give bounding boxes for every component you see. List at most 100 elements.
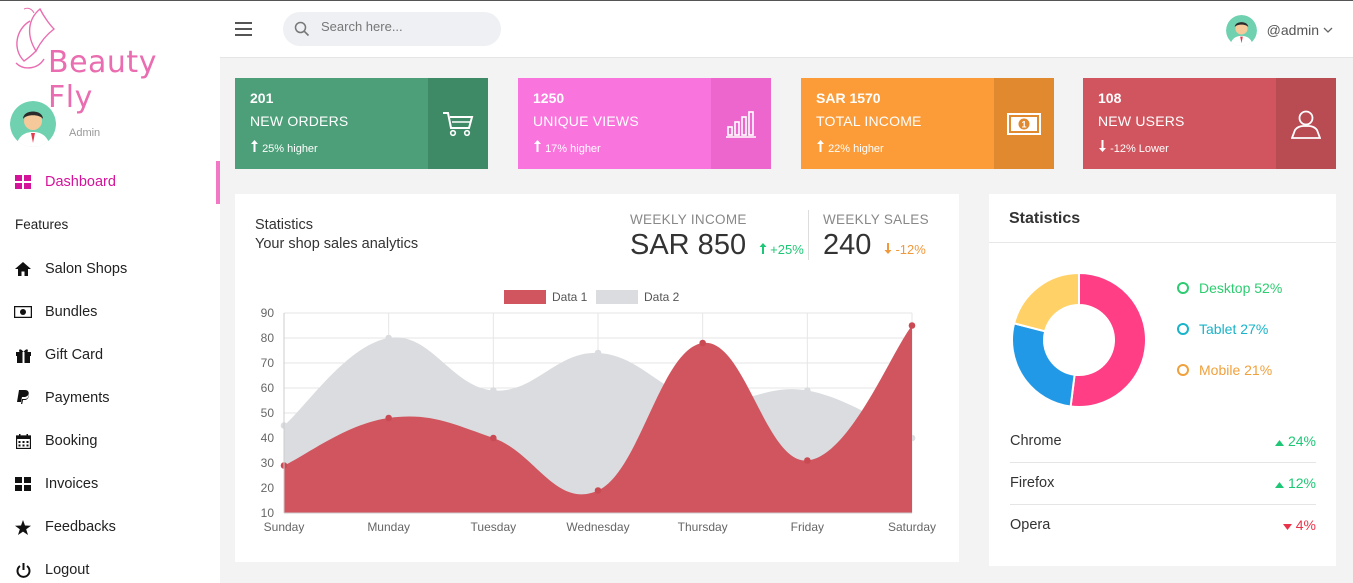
y-tick-label: 90: [261, 306, 275, 320]
data-point: [908, 322, 916, 329]
username: @admin: [1266, 22, 1319, 38]
user-menu[interactable]: @admin: [1225, 14, 1333, 46]
money-icon: [14, 303, 32, 321]
y-tick-label: 20: [261, 481, 275, 495]
dashboard-grid-icon: [14, 173, 32, 191]
card-value: SAR 1570: [816, 90, 881, 106]
donut-slice[interactable]: [1012, 271, 1080, 333]
sidebar-item-label: Invoices: [45, 476, 99, 492]
active-indicator: [216, 161, 220, 204]
triangle-up-icon: [1275, 482, 1285, 488]
card-title: UNIQUE VIEWS: [533, 113, 639, 129]
browser-value-label: 24%: [1287, 433, 1316, 449]
menu-toggle-icon[interactable]: [235, 22, 252, 36]
sidebar-item-label: Bundles: [45, 304, 98, 320]
x-tick-label: Saturday: [888, 520, 936, 534]
y-tick-label: 50: [261, 406, 275, 420]
legend-label: Mobile 21%: [1199, 362, 1273, 378]
sidebar-item-invoices[interactable]: Invoices: [0, 464, 220, 504]
sidebar-item-bundles[interactable]: Bundles: [0, 292, 220, 332]
avatar: [1225, 14, 1257, 46]
legend-label: Tablet 27%: [1199, 321, 1269, 337]
gift-icon: [14, 346, 32, 364]
money-icon: 1: [994, 78, 1054, 169]
power-icon: [14, 561, 32, 579]
browser-value: 24%: [1275, 433, 1316, 449]
brand-logo[interactable]: Beauty Fly: [10, 5, 200, 115]
ring-icon: [1177, 323, 1189, 335]
sidebar-item-booking[interactable]: Booking: [0, 421, 220, 461]
ring-icon: [1177, 364, 1189, 376]
x-tick-label: Friday: [791, 520, 824, 534]
avatar[interactable]: [10, 101, 56, 147]
card-new-orders[interactable]: 201 NEW ORDERS 25% higher: [235, 78, 488, 169]
sidebar-item-label: Payments: [45, 390, 110, 406]
y-tick-label: 70: [261, 356, 275, 370]
data-point: [594, 349, 602, 357]
card-subtext: 22% higher: [816, 140, 884, 155]
sidebar-item-gift-card[interactable]: Gift Card: [0, 335, 220, 375]
area-chart: 10 20 30 40 50 60 70 80 90 Sunday Munday Tuesday Wed…: [261, 306, 936, 534]
divider: [989, 242, 1336, 243]
home-icon: [14, 260, 32, 278]
data-point: [385, 414, 392, 422]
x-tick-label: Munday: [367, 520, 410, 534]
donut-slice[interactable]: [1011, 322, 1076, 408]
browser-value-label: 12%: [1287, 475, 1316, 491]
data-point: [385, 334, 392, 342]
card-value: 201: [250, 90, 274, 106]
card-subtext: 17% higher: [533, 140, 601, 155]
sidebar-item-label: Feedbacks: [45, 519, 116, 535]
card-subtext-label: 22% higher: [828, 143, 884, 155]
section-label: Features: [15, 217, 69, 232]
card-total-income[interactable]: SAR 1570 TOTAL INCOME 22% higher 1: [801, 78, 1054, 169]
svg-text:1: 1: [1021, 119, 1026, 129]
sidebar-item-label: Gift Card: [45, 347, 104, 363]
card-subtext: 25% higher: [250, 140, 318, 155]
y-tick-label: 60: [261, 381, 275, 395]
paypal-icon: [14, 389, 32, 407]
sidebar-item-logout[interactable]: Logout: [0, 550, 220, 583]
donut-slice[interactable]: [1069, 271, 1147, 408]
arrow-up-icon: [534, 140, 541, 152]
y-tick-label: 10: [261, 506, 275, 520]
browser-value-label: 4%: [1295, 517, 1316, 533]
x-tick-label: Sunday: [264, 520, 305, 534]
browser-row-opera: Opera 4%: [1010, 505, 1316, 547]
y-tick-label: 30: [261, 456, 275, 470]
panel-title: Statistics: [1009, 210, 1081, 227]
user-role: Admin: [69, 127, 101, 139]
user-icon: [1276, 78, 1336, 169]
bar-chart-icon: [711, 78, 771, 169]
browser-row-firefox: Firefox 12%: [1010, 463, 1316, 505]
data-point: [594, 487, 602, 494]
sidebar-item-label: Booking: [45, 433, 98, 449]
search-bar[interactable]: [283, 12, 501, 46]
browser-value: 4%: [1282, 517, 1316, 533]
star-icon: [14, 518, 32, 536]
sidebar-item-label: Salon Shops: [45, 261, 128, 277]
legend-mobile: Mobile 21%: [1177, 362, 1272, 378]
x-tick-label: Thursday: [678, 520, 728, 534]
sidebar-item-dashboard[interactable]: Dashboard: [0, 162, 220, 202]
brand-name: Beauty Fly: [48, 45, 157, 115]
search-input[interactable]: [321, 19, 491, 34]
card-new-users[interactable]: 108 NEW USERS -12% Lower: [1083, 78, 1336, 169]
browser-row-chrome: Chrome 24%: [1010, 421, 1316, 463]
sidebar-item-salon-shops[interactable]: Salon Shops: [0, 249, 220, 289]
arrow-down-icon: [1099, 140, 1106, 152]
y-tick-label: 80: [261, 331, 275, 345]
data-point: [490, 434, 497, 442]
browser-name: Firefox: [1010, 475, 1055, 491]
arrow-up-icon: [817, 140, 824, 152]
sidebar-item-feedbacks[interactable]: Feedbacks: [0, 507, 220, 547]
card-subtext-label: 25% higher: [262, 143, 318, 155]
calendar-icon: [14, 432, 32, 450]
sidebar-item-payments[interactable]: Payments: [0, 378, 220, 418]
legend-desktop: Desktop 52%: [1177, 280, 1282, 296]
sidebar: Beauty Fly Admin Dashboard Features Salo…: [0, 1, 220, 583]
card-unique-views[interactable]: 1250 UNIQUE VIEWS 17% higher: [518, 78, 771, 169]
y-tick-label: 40: [261, 431, 275, 445]
grid-icon: [14, 475, 32, 493]
triangle-up-icon: [1275, 440, 1285, 446]
